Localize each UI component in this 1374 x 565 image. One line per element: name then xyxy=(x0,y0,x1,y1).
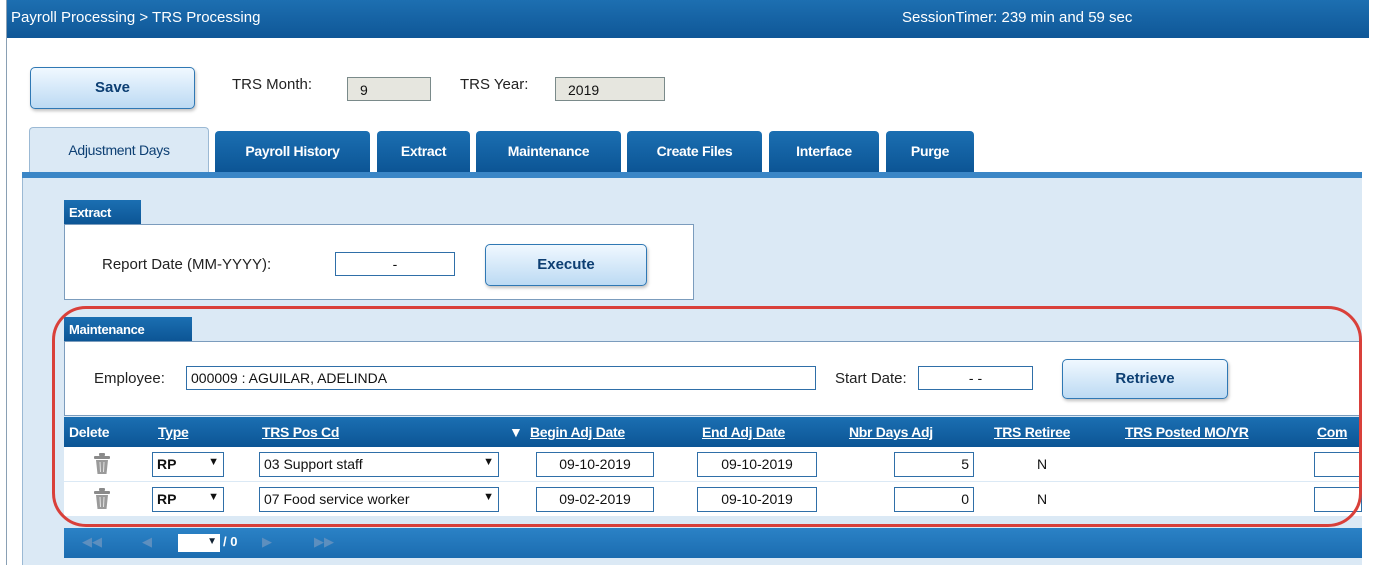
trs-month-field[interactable]: 9 xyxy=(347,77,431,101)
prev-page-icon[interactable]: ◀ xyxy=(142,534,152,550)
trs-retiree-value: N xyxy=(1037,456,1048,472)
tab-create-files[interactable]: Create Files xyxy=(627,131,762,172)
col-delete: Delete xyxy=(69,424,110,440)
session-timer: SessionTimer: 239 min and 59 sec xyxy=(902,9,1133,26)
col-trs-posted-mo-yr[interactable]: TRS Posted MO/YR xyxy=(1125,424,1249,440)
nbr-days-adj-input[interactable]: 5 xyxy=(894,452,974,477)
chevron-down-icon: ▼ xyxy=(483,456,494,468)
trs-year-label: TRS Year: xyxy=(460,76,529,93)
table-row: RP ▼ 07 Food service worker ▼ 09-02-2019… xyxy=(64,482,1362,516)
col-trs-retiree[interactable]: TRS Retiree xyxy=(994,424,1070,440)
tab-bar: Adjustment Days Payroll History Extract … xyxy=(22,127,1362,173)
trs-month-label: TRS Month: xyxy=(232,76,313,93)
start-date-label: Start Date: xyxy=(835,370,907,387)
trs-year-field[interactable]: 2019 xyxy=(555,77,665,101)
tab-extract[interactable]: Extract xyxy=(377,131,470,172)
sort-desc-icon: ▼ xyxy=(509,424,523,440)
col-comment[interactable]: Com xyxy=(1317,424,1348,440)
extract-section-title: Extract xyxy=(64,200,141,224)
trash-icon[interactable] xyxy=(93,488,111,514)
trs-retiree-value: N xyxy=(1037,491,1048,507)
table-row: RP ▼ 03 Support staff ▼ 09-10-2019 09-10… xyxy=(64,447,1362,481)
first-page-icon[interactable]: ◀◀ xyxy=(82,534,102,550)
tab-interface[interactable]: Interface xyxy=(769,131,879,172)
type-select-value: RP xyxy=(157,456,177,472)
trash-icon[interactable] xyxy=(93,453,111,479)
report-date-label: Report Date (MM-YYYY): xyxy=(102,256,272,273)
trs-pos-cd-select[interactable]: 03 Support staff ▼ xyxy=(259,452,499,477)
tab-maintenance[interactable]: Maintenance xyxy=(476,131,621,172)
chevron-down-icon: ▼ xyxy=(208,456,219,468)
employee-input[interactable]: 000009 : AGUILAR, ADELINDA xyxy=(186,366,816,390)
retrieve-button[interactable]: Retrieve xyxy=(1062,359,1228,399)
chevron-down-icon: ▼ xyxy=(208,491,219,503)
type-select[interactable]: RP ▼ xyxy=(152,452,224,477)
trs-pos-cd-select[interactable]: 07 Food service worker ▼ xyxy=(259,487,499,512)
col-nbr-days-adj[interactable]: Nbr Days Adj xyxy=(849,424,933,440)
end-adj-date-input[interactable]: 09-10-2019 xyxy=(697,487,817,512)
type-select[interactable]: RP ▼ xyxy=(152,487,224,512)
end-adj-date-input[interactable]: 09-10-2019 xyxy=(697,452,817,477)
page-count: / 0 xyxy=(223,534,238,549)
trs-pos-cd-select-value: 07 Food service worker xyxy=(264,491,410,507)
next-page-icon[interactable]: ▶ xyxy=(262,534,272,550)
comment-input[interactable] xyxy=(1314,452,1362,477)
save-button[interactable]: Save xyxy=(30,67,195,109)
col-type[interactable]: Type xyxy=(158,424,189,440)
grid-header: Delete Type TRS Pos Cd ▼ Begin Adj Date … xyxy=(64,417,1362,447)
execute-button[interactable]: Execute xyxy=(485,244,647,286)
begin-adj-date-input[interactable]: 09-10-2019 xyxy=(536,452,654,477)
report-date-input[interactable]: - xyxy=(335,252,455,276)
col-begin-adj-date[interactable]: Begin Adj Date xyxy=(530,424,625,440)
tab-payroll-history[interactable]: Payroll History xyxy=(215,131,370,172)
trs-pos-cd-select-value: 03 Support staff xyxy=(264,456,363,472)
last-page-icon[interactable]: ▶▶ xyxy=(314,534,334,550)
comment-input[interactable] xyxy=(1314,487,1362,512)
tab-adjustment-days[interactable]: Adjustment Days xyxy=(29,127,209,173)
page-select[interactable]: ▼ xyxy=(178,534,220,552)
employee-label: Employee: xyxy=(94,370,165,387)
col-end-adj-date[interactable]: End Adj Date xyxy=(702,424,785,440)
breadcrumb: Payroll Processing > TRS Processing xyxy=(11,9,261,26)
grid-pager: ◀◀ ◀ ▼ / 0 ▶ ▶▶ xyxy=(64,528,1362,558)
chevron-down-icon: ▼ xyxy=(483,491,494,503)
col-trs-pos-cd[interactable]: TRS Pos Cd xyxy=(262,424,339,440)
nbr-days-adj-input[interactable]: 0 xyxy=(894,487,974,512)
begin-adj-date-input[interactable]: 09-02-2019 xyxy=(536,487,654,512)
tab-purge[interactable]: Purge xyxy=(886,131,974,172)
maintenance-section-title: Maintenance xyxy=(64,317,192,341)
title-bar: Payroll Processing > TRS Processing Sess… xyxy=(7,0,1369,38)
start-date-input[interactable]: - - xyxy=(918,366,1033,390)
type-select-value: RP xyxy=(157,491,177,507)
